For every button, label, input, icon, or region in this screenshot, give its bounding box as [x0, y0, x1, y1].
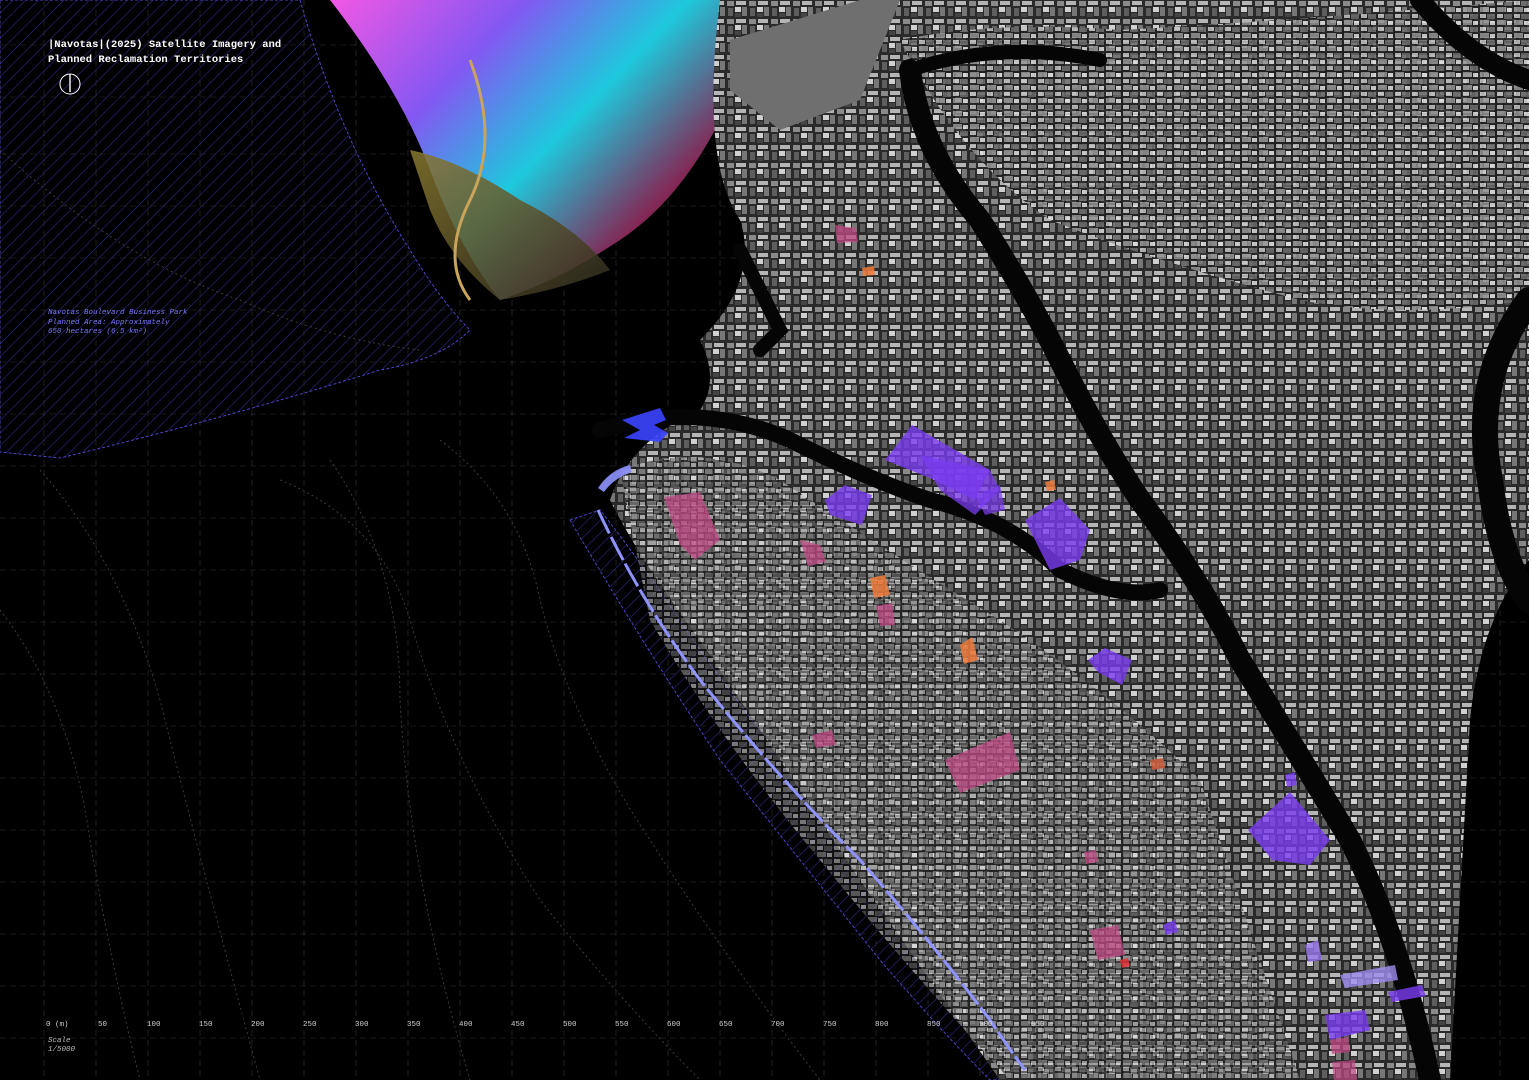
scale-tick: 350 [407, 1021, 421, 1029]
scale-tick: 300 [355, 1021, 369, 1029]
scale-tick: 800 [875, 1021, 889, 1029]
scale-tick: 600 [667, 1021, 681, 1029]
scale-tick: 500 [563, 1021, 577, 1029]
scale-tick: 200 [251, 1021, 265, 1029]
scale-tick: 700 [771, 1021, 785, 1029]
annotation-line2: Planned Area: Approximately [48, 318, 170, 327]
map-title-line2: Planned Reclamation Territories [48, 54, 244, 66]
scale-tick: 450 [511, 1021, 525, 1029]
map-title-line1: |Navotas|(2025) Satellite Imagery and [48, 39, 282, 51]
scale-tick: 900 [979, 1021, 993, 1029]
scale-tick: 400 [459, 1021, 473, 1029]
scale-tick: 950 [1031, 1021, 1045, 1029]
scale-label: Scale [48, 1037, 71, 1045]
scale-bar: 0 (m) 50 100 150 200 250 300 350 400 450… [46, 1021, 1045, 1033]
scale-tick: 650 [719, 1021, 733, 1029]
scale-tick: 250 [303, 1021, 317, 1029]
business-park-annotation: Navotas Boulevard Business Park Planned … [48, 309, 188, 338]
scale-tick: 0 (m) [46, 1021, 69, 1029]
map-title: |Navotas|(2025) Satellite Imagery and Pl… [48, 38, 281, 68]
scale-caption: Scale 1/5000 [48, 1037, 75, 1055]
scale-tick: 150 [199, 1021, 213, 1029]
annotation-line1: Navotas Boulevard Business Park [48, 309, 188, 317]
satellite-map [0, 0, 1529, 1080]
annotation-line3: 650 hectares (6.5 km²) [48, 328, 148, 337]
scale-ratio: 1/5000 [48, 1046, 76, 1054]
scale-tick: 750 [823, 1021, 837, 1029]
scale-tick: 100 [147, 1021, 161, 1029]
scale-tick: 50 [98, 1021, 108, 1029]
scale-tick: 550 [615, 1021, 629, 1029]
scale-tick: 850 [927, 1021, 941, 1029]
